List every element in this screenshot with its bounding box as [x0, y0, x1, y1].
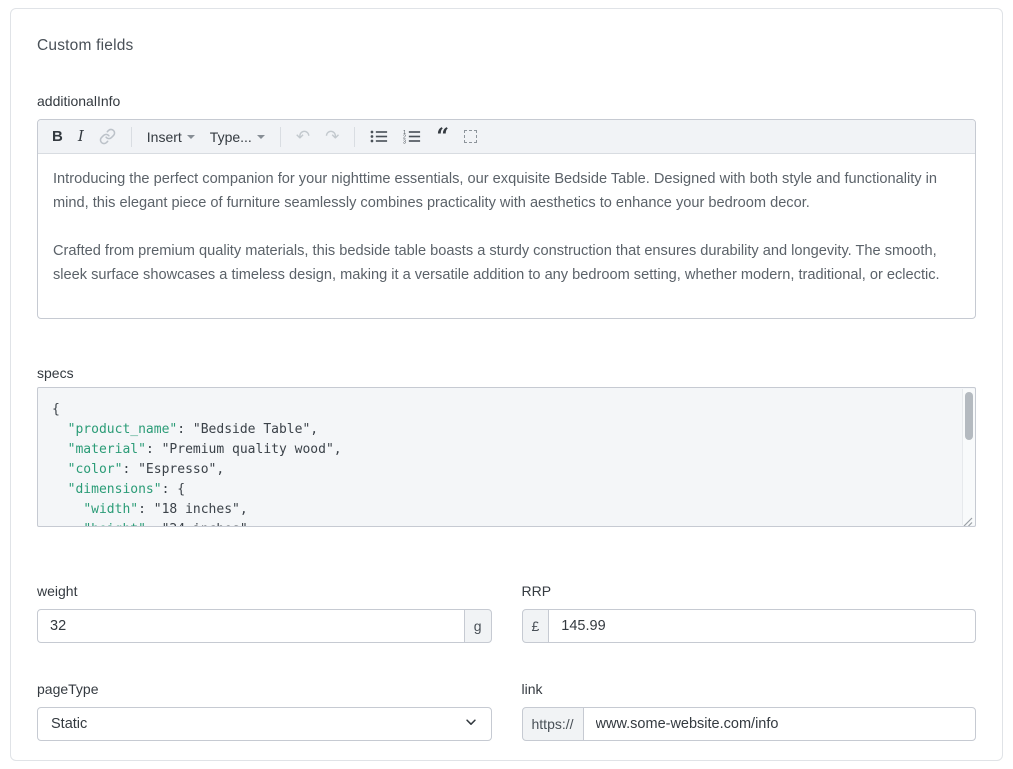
toolbar-separator [131, 127, 132, 147]
chevron-down-icon [257, 135, 265, 139]
chevron-down-icon [187, 135, 195, 139]
type-dropdown[interactable]: Type... [210, 130, 265, 144]
weight-unit-addon: g [464, 609, 492, 643]
insert-dropdown-label: Insert [147, 130, 182, 144]
blockquote-button[interactable]: “ [436, 131, 449, 143]
type-dropdown-label: Type... [210, 130, 252, 144]
page-title: Custom fields [37, 37, 976, 55]
specs-code: { "product_name": "Bedside Table", "mate… [38, 388, 975, 527]
scrollbar-track[interactable] [962, 389, 975, 525]
rte-paragraph: Introducing the perfect companion for yo… [53, 167, 960, 215]
code-line: { [52, 400, 961, 420]
link-label: link [522, 681, 977, 697]
bullet-list-icon [370, 129, 388, 144]
specs-textarea[interactable]: { "product_name": "Bedside Table", "mate… [37, 387, 976, 527]
link-icon [99, 128, 116, 145]
rich-text-editor: B I Insert Type... [37, 119, 976, 319]
chevron-down-icon [464, 715, 478, 733]
blockquote-icon: “ [436, 132, 449, 142]
insert-dropdown[interactable]: Insert [147, 130, 195, 144]
code-line: "width": "18 inches", [52, 500, 961, 520]
protocol-addon: https:// [522, 707, 584, 741]
weight-label: weight [37, 583, 492, 599]
scrollbar-thumb[interactable] [965, 392, 973, 440]
rrp-input[interactable] [548, 609, 976, 643]
bold-button[interactable]: B [52, 129, 63, 144]
field-page-type: pageType Static [37, 681, 492, 741]
field-weight: weight g [37, 583, 492, 643]
code-line: "product_name": "Bedside Table", [52, 420, 961, 440]
rrp-label: RRP [522, 583, 977, 599]
resize-grip-icon[interactable] [963, 514, 973, 524]
weight-input[interactable] [37, 609, 465, 643]
italic-button[interactable]: I [78, 129, 84, 144]
page-type-selected-value: Static [51, 716, 87, 732]
field-link: link https:// [522, 681, 977, 741]
rte-paragraph: Crafted from premium quality materials, … [53, 239, 960, 287]
toolbar-separator [354, 127, 355, 147]
code-line: "material": "Premium quality wood", [52, 440, 961, 460]
currency-addon: £ [522, 609, 550, 643]
undo-button[interactable]: ↶ [296, 128, 310, 145]
additional-info-label: additionalInfo [37, 93, 976, 109]
undo-icon: ↶ [296, 128, 310, 145]
bullet-list-button[interactable] [370, 129, 388, 144]
svg-text:3: 3 [403, 140, 406, 144]
redo-button[interactable]: ↷ [325, 128, 339, 145]
field-additional-info: additionalInfo B I Insert [37, 93, 976, 319]
specs-label: specs [37, 365, 976, 381]
field-specs: specs { "product_name": "Bedside Table",… [37, 365, 976, 527]
page-type-label: pageType [37, 681, 492, 697]
redo-icon: ↷ [325, 128, 339, 145]
link-input[interactable] [583, 707, 976, 741]
rte-toolbar: B I Insert Type... [38, 120, 975, 154]
insert-block-button[interactable] [464, 130, 477, 143]
toolbar-separator [280, 127, 281, 147]
rte-content[interactable]: Introducing the perfect companion for yo… [38, 154, 975, 319]
page-type-select[interactable]: Static [37, 707, 492, 741]
numbered-list-icon: 1 2 3 [403, 129, 421, 144]
dashed-square-icon [464, 130, 477, 143]
field-rrp: RRP £ [522, 583, 977, 643]
custom-fields-card: Custom fields additionalInfo B I Inse [10, 8, 1003, 761]
numbered-list-button[interactable]: 1 2 3 [403, 129, 421, 144]
code-line: "dimensions": { [52, 480, 961, 500]
code-line: "height": "24 inches", [52, 520, 961, 527]
link-button[interactable] [99, 128, 116, 145]
code-line: "color": "Espresso", [52, 460, 961, 480]
